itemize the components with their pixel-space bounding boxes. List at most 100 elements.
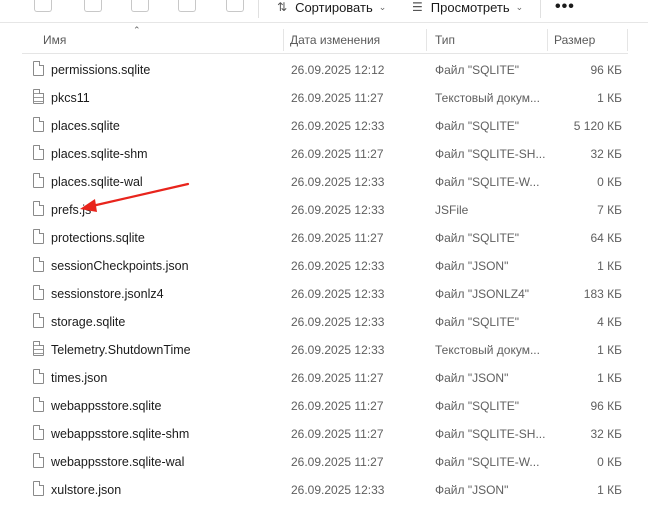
file-row[interactable]: xulstore.json 26.09.2025 12:33 Файл "JSON"… — [22, 476, 628, 504]
file-date-modified: 26.09.2025 11:27 — [291, 147, 384, 161]
file-icon — [33, 313, 44, 328]
file-type: Файл "JSON" — [435, 259, 509, 273]
file-size: 1 КБ — [597, 91, 622, 105]
file-date-modified: 26.09.2025 12:33 — [291, 287, 385, 301]
file-type: Файл "SQLITE" — [435, 231, 520, 245]
file-row[interactable]: places.sqlite 26.09.2025 12:33 Файл "SQLIT… — [22, 112, 628, 140]
file-row[interactable]: webappsstore.sqlite 26.09.2025 11:27 Файл … — [22, 392, 628, 420]
view-button[interactable]: ☰ Просмотреть ⌄ — [412, 0, 523, 15]
sort-label: Сортировать — [295, 0, 373, 15]
file-size: 32 КБ — [590, 427, 622, 441]
column-header-date[interactable]: Дата изменения — [290, 27, 420, 53]
file-size: 183 КБ — [583, 287, 622, 301]
file-icon — [33, 229, 44, 244]
file-row[interactable]: places.sqlite-shm 26.09.2025 11:27 Файл "S… — [22, 140, 628, 168]
file-date-modified: 26.09.2025 11:27 — [291, 427, 384, 441]
file-icon — [33, 425, 44, 440]
file-row[interactable]: places.sqlite-wal 26.09.2025 12:33 Файл "S… — [22, 168, 628, 196]
file-icon — [33, 61, 44, 76]
file-type: Файл "SQLITE" — [435, 315, 520, 329]
file-size: 96 КБ — [590, 63, 622, 77]
column-header-row: Имя Дата изменения Тип Размер — [22, 27, 628, 54]
sort-button[interactable]: ⇅ Сортировать ⌄ — [277, 0, 387, 15]
delete-icon[interactable] — [226, 0, 244, 12]
file-name: xulstore.json — [51, 483, 122, 497]
share-icon[interactable] — [178, 0, 196, 12]
column-resize-handle[interactable] — [547, 29, 548, 51]
copy-icon[interactable] — [34, 0, 52, 12]
file-name: storage.sqlite — [51, 315, 126, 329]
file-type: JSFile — [435, 203, 469, 217]
file-type: Файл "SQLITE" — [435, 399, 520, 413]
column-header-name-label: Имя — [43, 33, 67, 47]
file-name: sessionstore.jsonlz4 — [51, 287, 164, 301]
paste-icon[interactable] — [84, 0, 102, 12]
file-size: 1 КБ — [597, 483, 622, 497]
file-type: Файл "SQLITE-SH... — [435, 427, 545, 441]
file-date-modified: 26.09.2025 11:27 — [291, 399, 384, 413]
file-date-modified: 26.09.2025 12:33 — [291, 259, 385, 273]
file-type: Файл "SQLITE" — [435, 119, 520, 133]
column-resize-handle[interactable] — [283, 29, 284, 51]
file-name: sessionCheckpoints.json — [51, 259, 189, 273]
file-type: Текстовый докум... — [435, 343, 540, 357]
file-name: permissions.sqlite — [51, 63, 151, 77]
file-type: Файл "SQLITE-W... — [435, 455, 540, 469]
file-size: 4 КБ — [597, 315, 622, 329]
file-type: Файл "SQLITE-W... — [435, 175, 540, 189]
file-row[interactable]: sessionstore.jsonlz4 26.09.2025 12:33 Файл… — [22, 280, 628, 308]
file-row[interactable]: webappsstore.sqlite-shm 26.09.2025 11:27 Ф… — [22, 420, 628, 448]
file-date-modified: 26.09.2025 12:33 — [291, 315, 385, 329]
sort-ascending-icon: ⌃ — [133, 25, 141, 35]
file-icon — [33, 117, 44, 132]
file-name: places.sqlite-wal — [51, 175, 143, 189]
more-options-button[interactable]: ••• — [555, 0, 575, 16]
chevron-down-icon: ⌄ — [378, 1, 387, 12]
file-type: Текстовый докум... — [435, 91, 540, 105]
file-name: webappsstore.sqlite-shm — [51, 427, 190, 441]
file-date-modified: 26.09.2025 12:12 — [291, 63, 385, 77]
file-icon — [33, 453, 44, 468]
file-row[interactable]: webappsstore.sqlite-wal 26.09.2025 11:27 Ф… — [22, 448, 628, 476]
column-header-size[interactable]: Размер — [554, 27, 624, 53]
file-row[interactable]: sessionCheckpoints.json 26.09.2025 12:33 Ф… — [22, 252, 628, 280]
file-row[interactable]: protections.sqlite 26.09.2025 11:27 Файл "… — [22, 224, 628, 252]
file-icon — [33, 285, 44, 300]
file-size: 5 120 КБ — [573, 119, 622, 133]
file-size: 0 КБ — [597, 455, 622, 469]
toolbar-separator — [540, 0, 541, 18]
file-size: 96 КБ — [590, 399, 622, 413]
command-bar: ⇅ Сортировать ⌄ ☰ Просмотреть ⌄ ••• — [0, 0, 648, 23]
file-size: 64 КБ — [590, 231, 622, 245]
column-header-date-label: Дата изменения — [290, 33, 381, 47]
column-header-name[interactable]: Имя — [43, 27, 273, 53]
column-header-type-label: Тип — [435, 33, 456, 47]
file-size: 32 КБ — [590, 147, 622, 161]
file-date-modified: 26.09.2025 11:27 — [291, 455, 384, 469]
file-row[interactable]: permissions.sqlite 26.09.2025 12:12 Файл "… — [22, 56, 628, 84]
column-resize-handle[interactable] — [627, 29, 628, 51]
file-size: 0 КБ — [597, 175, 622, 189]
file-name: times.json — [51, 371, 108, 385]
file-type: Файл "JSON" — [435, 371, 509, 385]
file-date-modified: 26.09.2025 12:33 — [291, 483, 385, 497]
file-row[interactable]: Telemetry.ShutdownTime 26.09.2025 12:33 Те… — [22, 336, 628, 364]
file-name: pkcs11 — [51, 91, 90, 105]
file-row[interactable]: times.json 26.09.2025 11:27 Файл "JSON" 1 К… — [22, 364, 628, 392]
sort-icon: ⇅ — [277, 0, 288, 14]
view-icon: ☰ — [412, 0, 423, 14]
file-icon — [33, 173, 44, 188]
file-row[interactable]: storage.sqlite 26.09.2025 12:33 Файл "SQLI… — [22, 308, 628, 336]
file-row[interactable]: pkcs11 26.09.2025 11:27 Текстовый докум...… — [22, 84, 628, 112]
file-name: protections.sqlite — [51, 231, 145, 245]
file-date-modified: 26.09.2025 12:33 — [291, 175, 385, 189]
file-icon — [33, 257, 44, 272]
rename-icon[interactable] — [131, 0, 149, 12]
column-header-type[interactable]: Тип — [435, 27, 535, 53]
file-size: 7 КБ — [597, 203, 622, 217]
file-name: webappsstore.sqlite — [51, 399, 162, 413]
file-name: places.sqlite — [51, 119, 120, 133]
column-resize-handle[interactable] — [426, 29, 427, 51]
text-file-icon — [33, 89, 44, 104]
file-row[interactable]: prefs.js 26.09.2025 12:33 JSFile 7 КБ — [22, 196, 628, 224]
